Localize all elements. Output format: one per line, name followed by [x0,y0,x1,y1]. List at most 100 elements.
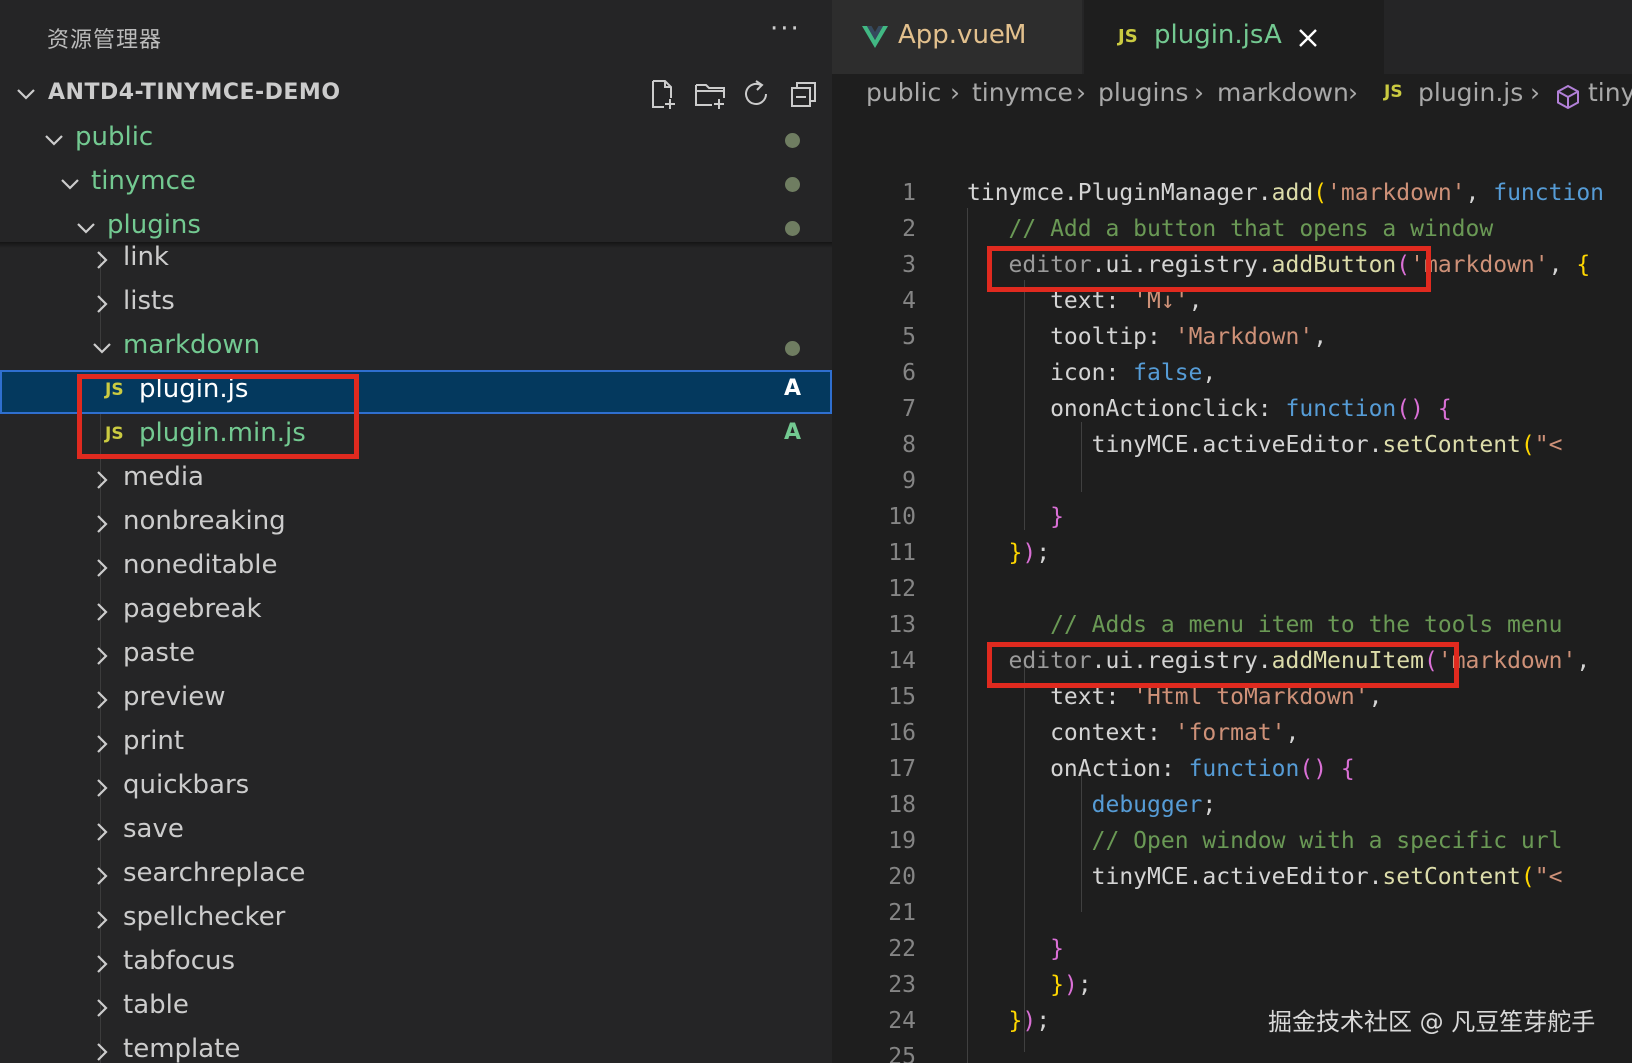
tree-item-label: markdown [123,330,261,360]
tree-item-label: print [123,726,185,756]
code-line: } [1050,936,1064,962]
tree-item-paste[interactable]: paste [0,634,832,678]
line-number: 17 [888,756,916,782]
breadcrumb-item[interactable]: public [866,78,941,107]
modified-dot [785,177,800,192]
code-line: tinymce.PluginManager.add('markdown', fu… [967,180,1605,206]
chevron-right-icon [97,515,108,533]
tree-item-media[interactable]: media [0,458,832,502]
line-number: 5 [902,324,916,350]
breadcrumb: public › tinymce › plugins › markdown › … [832,74,1632,120]
line-number: 1 [902,180,916,206]
breadcrumb-item[interactable]: markdown [1217,78,1349,107]
editor-area: App.vue M JS plugin.js A public › tinymc… [832,0,1632,1063]
tree-item-label: media [123,462,204,492]
tree-item-template[interactable]: template [0,1030,832,1063]
line-number: 3 [902,252,916,278]
tree-item-save[interactable]: save [0,810,832,854]
tree-item-public[interactable]: public [0,118,832,162]
code-line: onAction: function() { [967,756,1355,782]
chevron-right-icon [97,251,108,269]
chevron-right-icon [97,471,108,489]
chevron-right-icon [97,1043,108,1061]
chevron-down-icon [45,135,63,146]
tree-item-label: table [123,990,189,1020]
line-number: 23 [888,972,916,998]
line-number: 21 [888,900,916,926]
tree-item-label: spellchecker [123,902,286,932]
new-file-icon[interactable] [646,78,678,110]
git-status-added: A [784,420,802,445]
tree-item-preview[interactable]: preview [0,678,832,722]
tab-status: M [1004,20,1027,50]
tree-item-label: preview [123,682,226,712]
tree-item-nonbreaking[interactable]: nonbreaking [0,502,832,546]
tree-item-label: tinymce [91,166,196,196]
breadcrumb-item[interactable]: tiny [1588,78,1632,107]
line-number: 22 [888,936,916,962]
tree-item-label: searchreplace [123,858,306,888]
chevron-right-icon [97,999,108,1017]
chevron-right-icon [97,559,108,577]
code-line: // Add a button that opens a window [1008,216,1494,242]
project-root-row[interactable]: ANTD4-TINYMCE-DEMO [0,72,832,116]
line-number: 9 [902,468,916,494]
close-icon[interactable] [1298,28,1318,48]
modified-dot [785,133,800,148]
line-number: 8 [902,432,916,458]
tree-item-spellchecker[interactable]: spellchecker [0,898,832,942]
breadcrumb-item[interactable]: tinymce [972,78,1073,107]
tree-item-searchreplace[interactable]: searchreplace [0,854,832,898]
line-number: 10 [888,504,916,530]
collapse-all-icon[interactable] [788,78,820,110]
tree-item-label: pagebreak [123,594,262,624]
chevron-right-icon [97,911,108,929]
line-number: 16 [888,720,916,746]
tree-item-lists[interactable]: lists [0,282,832,326]
line-number: 19 [888,828,916,854]
chevron-right-icon [97,691,108,709]
more-actions-button[interactable]: ··· [770,14,801,44]
line-number: 20 [888,864,916,890]
tree-item-label: noneditable [123,550,278,580]
code-line: // Adds a menu item to the tools menu [1050,612,1563,638]
breadcrumb-item[interactable]: plugin.js [1418,78,1523,107]
tab-status: A [1264,20,1282,50]
line-number: 18 [888,792,916,818]
tree-item-markdown[interactable]: markdown [0,326,832,370]
chevron-right-icon: › [1530,78,1540,107]
line-number: 7 [902,396,916,422]
refresh-icon[interactable] [740,78,772,110]
tree-item-link[interactable]: link [0,238,832,282]
js-icon: JS [1118,26,1138,47]
chevron-right-icon [97,867,108,885]
breadcrumb-item[interactable]: plugins [1098,78,1188,107]
tree-item-quickbars[interactable]: quickbars [0,766,832,810]
tree-item-table[interactable]: table [0,986,832,1030]
tree-item-noneditable[interactable]: noneditable [0,546,832,590]
chevron-right-icon [97,823,108,841]
code-line: }); [1050,972,1092,998]
chevron-right-icon: › [1076,78,1086,107]
tab-label: App.vue [898,20,1005,50]
tree-item-label: public [75,122,154,152]
chevron-right-icon: › [1194,78,1204,107]
tab-app-vue[interactable]: App.vue M [832,0,1082,74]
line-number: 24 [888,1008,916,1034]
chevron-down-icon [93,343,111,354]
vue-icon [862,26,888,48]
tree-item-pagebreak[interactable]: pagebreak [0,590,832,634]
tree-item-print[interactable]: print [0,722,832,766]
code-line: debugger; [1091,792,1217,818]
git-status-added: A [784,376,802,401]
new-folder-icon[interactable] [694,78,726,110]
tree-item-tabfocus[interactable]: tabfocus [0,942,832,986]
editor-tab-bar: App.vue M JS plugin.js A [832,0,1632,74]
tree-item-tinymce[interactable]: tinymce [0,162,832,206]
code-line: tinyMCE.activeEditor.setContent("< [967,432,1563,458]
highlight-box [987,642,1459,688]
highlight-box [987,246,1431,292]
tab-plugin-js[interactable]: JS plugin.js A [1084,0,1384,74]
